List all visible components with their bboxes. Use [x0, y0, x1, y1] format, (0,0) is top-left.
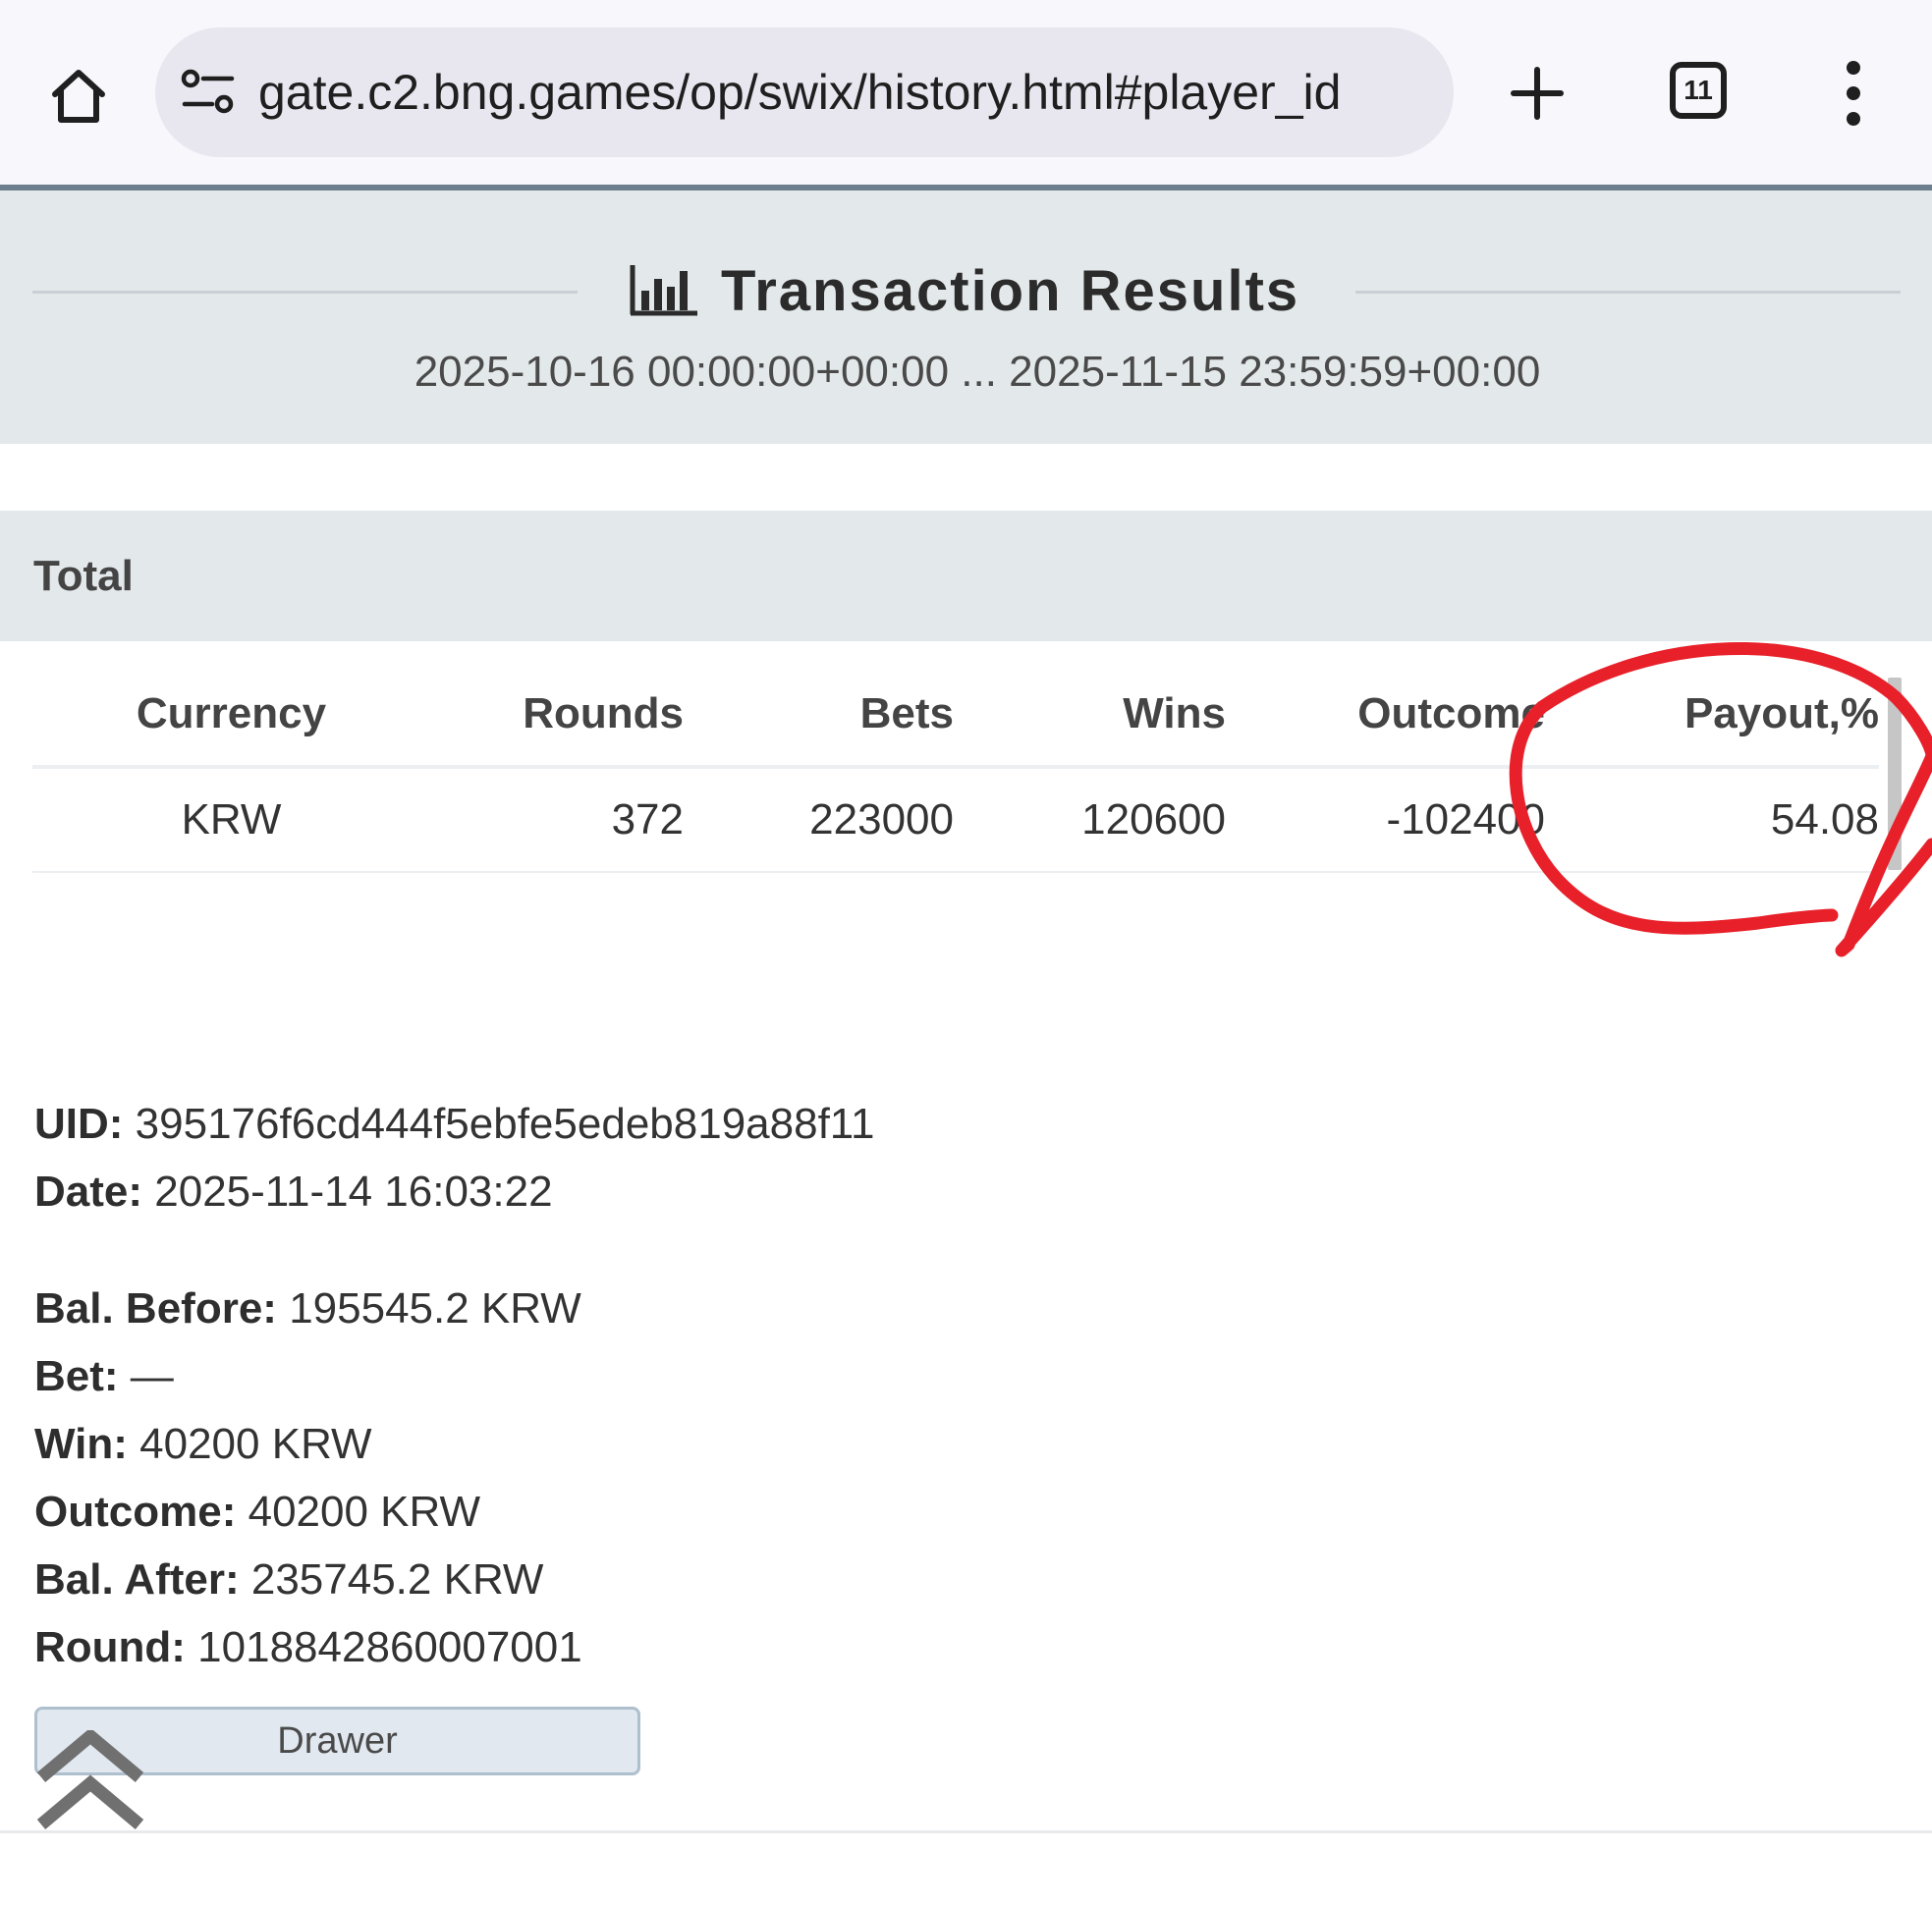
results-header: Transaction Results 2025-10-16 00:00:00+… — [0, 185, 1932, 444]
browser-toolbar: gate.c2.bng.games/op/swix/history.html#p… — [0, 0, 1932, 185]
table-scrollbar[interactable] — [1888, 678, 1902, 870]
bet-label: Bet: — [34, 1352, 119, 1400]
column-header-currency: Currency — [32, 663, 430, 769]
title-wrap: Transaction Results — [629, 251, 1299, 330]
bal-after-value: 235745.2 KRW — [250, 1555, 544, 1604]
bal-before-value: 195545.2 KRW — [289, 1284, 581, 1333]
win-value: 40200 KRW — [139, 1420, 372, 1468]
tab-count: 11 — [1684, 75, 1713, 105]
win-row: Win: 40200 KRW — [34, 1410, 874, 1478]
address-bar[interactable]: gate.c2.bng.games/op/swix/history.html#p… — [155, 27, 1454, 157]
more-vert-icon[interactable] — [1829, 61, 1878, 126]
column-header-bets: Bets — [684, 663, 954, 769]
cell-rounds: 372 — [430, 767, 684, 873]
tune-icon[interactable] — [181, 67, 236, 118]
column-header-payout: Payout,% — [1545, 663, 1879, 769]
table-row: KRW 372 223000 120600 -102400 54.08 — [32, 767, 1879, 873]
column-header-outcome: Outcome — [1226, 663, 1545, 769]
bar-chart-icon — [630, 265, 697, 316]
outcome-row: Outcome: 40200 KRW — [34, 1478, 874, 1546]
home-button[interactable] — [39, 57, 118, 136]
section-divider — [0, 1830, 1932, 1833]
page: gate.c2.bng.games/op/swix/history.html#p… — [0, 0, 1932, 1905]
win-label: Win: — [34, 1420, 128, 1468]
cell-outcome: -102400 — [1226, 767, 1545, 873]
date-range: 2025-10-16 00:00:00+00:00 ... 2025-11-15… — [414, 348, 1541, 396]
cell-bets: 223000 — [684, 767, 954, 873]
bal-after-row: Bal. After: 235745.2 KRW — [34, 1546, 874, 1613]
uid-row: UID: 395176f6cd444f5ebfe5edeb819a88f11 — [34, 1090, 874, 1158]
cell-wins: 120600 — [954, 767, 1226, 873]
bet-row: Bet: — — [34, 1342, 874, 1410]
url-text[interactable]: gate.c2.bng.games/op/swix/history.html#p… — [258, 27, 1427, 157]
header-divider-right — [1355, 291, 1901, 294]
uid-label: UID: — [34, 1100, 124, 1148]
column-header-wins: Wins — [954, 663, 1226, 769]
transaction-detail: UID: 395176f6cd444f5ebfe5edeb819a88f11 D… — [34, 1090, 874, 1681]
round-label: Round: — [34, 1623, 186, 1671]
total-label: Total — [33, 552, 134, 600]
scroll-to-top-icon[interactable] — [35, 1730, 145, 1834]
table-header-row: Currency Rounds Bets Wins Outcome Payout… — [32, 663, 1879, 769]
column-header-rounds: Rounds — [430, 663, 684, 769]
bal-before-row: Bal. Before: 195545.2 KRW — [34, 1275, 874, 1342]
plus-icon — [1511, 67, 1564, 120]
date-label: Date: — [34, 1168, 143, 1216]
home-icon — [52, 70, 105, 123]
round-row: Round: 1018842860007001 — [34, 1613, 874, 1681]
total-section-header: Total — [0, 511, 1932, 641]
cell-currency: KRW — [32, 767, 430, 873]
new-tab-button[interactable] — [1503, 59, 1572, 128]
header-divider-left — [32, 291, 578, 294]
outcome-label: Outcome: — [34, 1488, 237, 1536]
round-value: 1018842860007001 — [197, 1623, 582, 1671]
tab-switcher-button[interactable]: 11 — [1670, 62, 1727, 119]
cell-payout: 54.08 — [1545, 767, 1879, 873]
bal-after-label: Bal. After: — [34, 1555, 240, 1604]
date-value: 2025-11-14 16:03:22 — [154, 1168, 553, 1216]
uid-value: 395176f6cd444f5ebfe5edeb819a88f11 — [135, 1100, 875, 1148]
page-title: Transaction Results — [721, 258, 1300, 323]
bet-value: — — [130, 1352, 174, 1400]
bal-before-label: Bal. Before: — [34, 1284, 277, 1333]
totals-table: Currency Rounds Bets Wins Outcome Payout… — [32, 663, 1879, 873]
date-row: Date: 2025-11-14 16:03:22 — [34, 1158, 874, 1225]
outcome-value: 40200 KRW — [248, 1488, 481, 1536]
